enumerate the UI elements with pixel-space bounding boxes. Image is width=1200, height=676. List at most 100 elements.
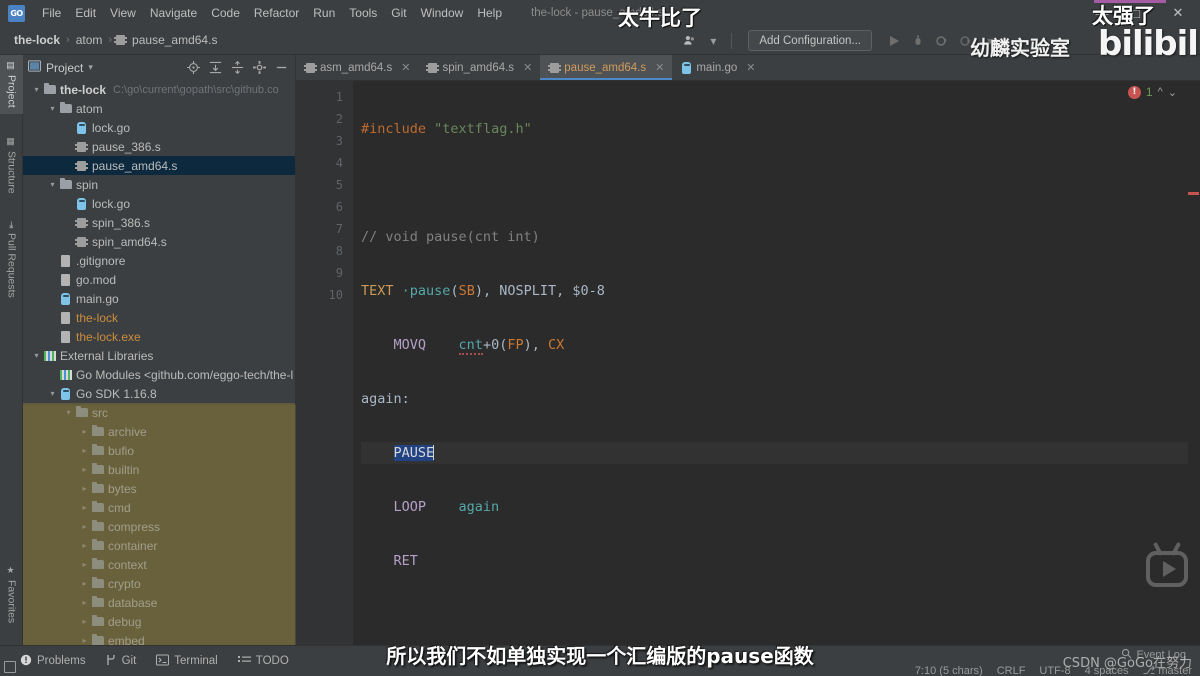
chevron-right-icon[interactable]: ▸ bbox=[79, 541, 90, 550]
tree-node-database[interactable]: ▸ database bbox=[23, 593, 295, 612]
project-panel-caret-icon[interactable]: ▾ bbox=[88, 62, 93, 73]
status-right-item-1[interactable]: CRLF bbox=[997, 665, 1026, 676]
menu-item-window[interactable]: Window bbox=[414, 2, 471, 24]
tree-node--gitignore[interactable]: .gitignore bbox=[23, 251, 295, 270]
status-item-todo[interactable]: TODO bbox=[237, 654, 289, 669]
event-log-button[interactable]: Event Log bbox=[1121, 648, 1186, 662]
menu-item-view[interactable]: View bbox=[103, 2, 143, 24]
chevron-right-icon[interactable]: ▸ bbox=[79, 427, 90, 436]
error-stripe-marker-bar[interactable] bbox=[1188, 81, 1200, 645]
tree-node-lock-go[interactable]: lock.go bbox=[23, 118, 295, 137]
tree-node-crypto[interactable]: ▸ crypto bbox=[23, 574, 295, 593]
tree-node-main-go[interactable]: main.go bbox=[23, 289, 295, 308]
chevron-down-icon[interactable]: ▾ bbox=[47, 180, 58, 189]
menu-item-tools[interactable]: Tools bbox=[342, 2, 384, 24]
tree-node-spin-386-s[interactable]: spin_386.s bbox=[23, 213, 295, 232]
breadcrumb-item-2[interactable]: pause_amd64.s bbox=[130, 33, 219, 47]
tree-node-the-lock[interactable]: ▾ the-lock C:\go\current\gopath\src\github… bbox=[23, 80, 295, 99]
tree-node-go-modules-github-com-eggo-tech-the-l[interactable]: Go Modules <github.com/eggo-tech/the-l bbox=[23, 365, 295, 384]
run-more-caret-icon[interactable]: ▾ bbox=[980, 31, 1000, 51]
sidebar-tab-project[interactable]: ▤ Project bbox=[0, 55, 23, 114]
chevron-right-icon[interactable]: ▸ bbox=[79, 484, 90, 493]
tree-node-debug[interactable]: ▸ debug bbox=[23, 612, 295, 631]
selected-token[interactable]: PAUSE bbox=[393, 445, 435, 461]
tree-node-cmd[interactable]: ▸ cmd bbox=[23, 498, 295, 517]
chevron-right-icon[interactable]: ▸ bbox=[79, 522, 90, 531]
user-dropdown-caret-icon[interactable]: ▾ bbox=[703, 31, 723, 51]
tree-node-compress[interactable]: ▸ compress bbox=[23, 517, 295, 536]
menu-item-file[interactable]: File bbox=[35, 2, 68, 24]
hide-all-tool-windows-icon[interactable] bbox=[4, 661, 16, 673]
status-right-item-0[interactable]: 7:10 (5 chars) bbox=[915, 665, 983, 676]
editor-tab-spin-amd64-s[interactable]: spin_amd64.s ✕ bbox=[418, 55, 540, 80]
project-tree[interactable]: ▾ the-lock C:\go\current\gopath\src\github… bbox=[23, 80, 295, 645]
close-tab-icon[interactable]: ✕ bbox=[655, 61, 664, 74]
chevron-right-icon[interactable]: ▸ bbox=[79, 617, 90, 626]
tree-node-external-libraries[interactable]: ▾ External Libraries bbox=[23, 346, 295, 365]
menu-item-help[interactable]: Help bbox=[470, 2, 509, 24]
status-item-terminal[interactable]: Terminal bbox=[156, 654, 218, 669]
code-content[interactable]: #include "textflag.h" // void pause(cnt … bbox=[353, 81, 1200, 645]
sidebar-tab-favorites[interactable]: ★ Favorites bbox=[0, 560, 23, 629]
chevron-down-icon[interactable]: ▾ bbox=[63, 408, 74, 417]
chevron-down-icon[interactable]: ▾ bbox=[47, 389, 58, 398]
tree-node-pause-386-s[interactable]: pause_386.s bbox=[23, 137, 295, 156]
next-problem-icon[interactable]: ⌄ bbox=[1168, 86, 1177, 99]
chevron-down-icon[interactable]: ▾ bbox=[47, 104, 58, 113]
maximize-button[interactable]: □ bbox=[1122, 0, 1150, 26]
menu-item-code[interactable]: Code bbox=[204, 2, 247, 24]
menu-item-refactor[interactable]: Refactor bbox=[247, 2, 306, 24]
sidebar-tab-pull-requests[interactable]: ⇥ Pull Requests bbox=[0, 215, 23, 303]
tree-node-lock-go[interactable]: lock.go bbox=[23, 194, 295, 213]
add-configuration-button[interactable]: Add Configuration... bbox=[748, 30, 872, 51]
menu-item-navigate[interactable]: Navigate bbox=[143, 2, 204, 24]
editor-tab-asm-amd64-s[interactable]: asm_amd64.s ✕ bbox=[296, 55, 418, 80]
breadcrumb-item-1[interactable]: atom bbox=[74, 33, 105, 47]
status-item-problems[interactable]: Problems bbox=[20, 654, 86, 669]
chevron-right-icon[interactable]: ▸ bbox=[79, 579, 90, 588]
status-right-item-3[interactable]: 4 spaces bbox=[1085, 665, 1129, 676]
status-right-item-4[interactable]: ⎇ master bbox=[1143, 664, 1192, 676]
tree-node-go-mod[interactable]: go.mod bbox=[23, 270, 295, 289]
tree-node-go-sdk-1-16-8[interactable]: ▾ Go SDK 1.16.8 bbox=[23, 384, 295, 403]
tree-node-bufio[interactable]: ▸ bufio bbox=[23, 441, 295, 460]
minimize-button[interactable]: — bbox=[1088, 0, 1116, 26]
run-with-coverage-icon[interactable] bbox=[932, 31, 952, 51]
tree-node-spin[interactable]: ▾ spin bbox=[23, 175, 295, 194]
code-editor[interactable]: 1 2 3 4 5 6 7 8 9 10 #include "textflag.h" // voi… bbox=[296, 81, 1200, 645]
profile-icon[interactable] bbox=[956, 31, 976, 51]
chevron-right-icon[interactable]: ▸ bbox=[79, 503, 90, 512]
editor-tab-pause-amd64-s[interactable]: pause_amd64.s ✕ bbox=[540, 55, 673, 80]
tree-node-spin-amd64-s[interactable]: spin_amd64.s bbox=[23, 232, 295, 251]
close-tab-icon[interactable]: ✕ bbox=[523, 61, 532, 74]
hide-panel-icon[interactable] bbox=[271, 57, 291, 77]
tree-node-the-lock[interactable]: the-lock bbox=[23, 308, 295, 327]
menu-item-git[interactable]: Git bbox=[384, 2, 413, 24]
sidebar-tab-structure[interactable]: ▦ Structure bbox=[0, 131, 23, 200]
collapse-all-icon[interactable] bbox=[227, 57, 247, 77]
tree-node-embed[interactable]: ▸ embed bbox=[23, 631, 295, 645]
menu-item-edit[interactable]: Edit bbox=[68, 2, 103, 24]
chevron-down-icon[interactable]: ▾ bbox=[31, 85, 42, 94]
chevron-right-icon[interactable]: ▸ bbox=[79, 560, 90, 569]
chevron-down-icon[interactable]: ▾ bbox=[31, 351, 42, 360]
close-tab-icon[interactable]: ✕ bbox=[401, 61, 410, 74]
tree-node-archive[interactable]: ▸ archive bbox=[23, 422, 295, 441]
status-right-item-2[interactable]: UTF-8 bbox=[1039, 665, 1070, 676]
menu-item-run[interactable]: Run bbox=[306, 2, 342, 24]
user-icon[interactable] bbox=[679, 31, 699, 51]
tree-node-builtin[interactable]: ▸ builtin bbox=[23, 460, 295, 479]
debug-icon[interactable] bbox=[908, 31, 928, 51]
error-stripe-marker[interactable] bbox=[1188, 192, 1199, 195]
tree-node-atom[interactable]: ▾ atom bbox=[23, 99, 295, 118]
close-button[interactable]: ✕ bbox=[1164, 0, 1192, 26]
chevron-right-icon[interactable]: ▸ bbox=[79, 636, 90, 645]
settings-gear-icon[interactable] bbox=[249, 57, 269, 77]
tree-node-the-lock-exe[interactable]: the-lock.exe bbox=[23, 327, 295, 346]
tree-node-bytes[interactable]: ▸ bytes bbox=[23, 479, 295, 498]
chevron-right-icon[interactable]: ▸ bbox=[79, 465, 90, 474]
run-icon[interactable] bbox=[884, 31, 904, 51]
breadcrumb-item-0[interactable]: the-lock bbox=[12, 33, 62, 47]
tree-node-src[interactable]: ▾ src bbox=[23, 403, 295, 422]
inspection-widget[interactable]: ! 1 ^ ⌄ bbox=[1127, 85, 1177, 99]
